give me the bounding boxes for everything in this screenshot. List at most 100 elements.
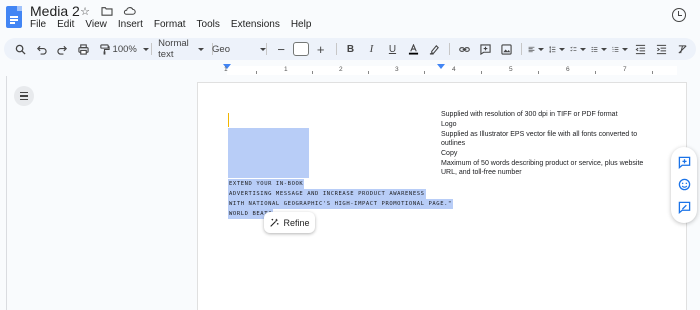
spec-line: Supplied with resolution of 300 dpi in T… xyxy=(441,111,618,118)
ruler-number: 4 xyxy=(452,66,456,73)
right-indent-marker[interactable] xyxy=(437,64,445,69)
horizontal-ruler[interactable]: 1 1 2 3 4 5 6 7 xyxy=(197,64,687,76)
paint-format-icon[interactable] xyxy=(96,40,112,58)
zoom-select[interactable]: 100% xyxy=(113,40,149,58)
docs-logo-icon[interactable] xyxy=(6,6,22,28)
add-comment-icon[interactable] xyxy=(677,155,691,169)
selected-line: EXTEND YOUR IN-BOOK xyxy=(228,179,305,189)
cloud-status-icon[interactable] xyxy=(122,4,136,18)
chevron-down-icon xyxy=(579,47,586,51)
version-history-icon[interactable] xyxy=(672,8,686,22)
underline-icon[interactable]: U xyxy=(384,40,400,58)
font-value: Geo xyxy=(212,43,230,55)
ruler-number: 7 xyxy=(623,66,627,73)
star-icon[interactable]: ☆ xyxy=(78,4,92,18)
ruler-number: 2 xyxy=(339,66,343,73)
spec-line: Supplied as Illustrator EPS vector file … xyxy=(441,131,638,147)
ruler-number: 3 xyxy=(395,66,399,73)
redo-icon[interactable] xyxy=(54,40,70,58)
line-spacing-select[interactable] xyxy=(549,40,565,58)
chevron-down-icon xyxy=(621,47,628,51)
refine-button[interactable]: Refine xyxy=(264,212,315,233)
font-size-input[interactable] xyxy=(293,42,309,56)
ruler-number: 1 xyxy=(284,66,288,73)
ruler-number: 6 xyxy=(566,66,570,73)
document-outline-icon[interactable] xyxy=(14,86,34,106)
selected-line: WITH NATIONAL GEOGRAPHIC'S HIGH-IMPACT P… xyxy=(228,199,453,209)
menu-help[interactable]: Help xyxy=(291,19,312,30)
text-cursor xyxy=(228,113,229,127)
decrease-font-size-icon[interactable]: − xyxy=(273,40,289,58)
ruler-tick xyxy=(652,71,653,74)
menu-bar: File Edit View Insert Format Tools Exten… xyxy=(30,19,311,30)
spec-heading: Copy xyxy=(441,150,458,157)
numbered-list-select[interactable] xyxy=(612,40,628,58)
bulleted-list-select[interactable] xyxy=(591,40,607,58)
text-color-icon[interactable] xyxy=(405,40,421,58)
increase-font-size-icon[interactable]: + xyxy=(313,40,329,58)
document-page[interactable]: EXTEND YOUR IN-BOOK ADVERTISING MESSAGE … xyxy=(197,82,687,310)
ruler-number: 1 xyxy=(224,66,228,73)
insert-image-icon[interactable] xyxy=(498,40,514,58)
font-select[interactable]: Geo xyxy=(212,40,266,58)
print-icon[interactable] xyxy=(75,40,91,58)
ruler-tick xyxy=(595,71,596,74)
insert-comment-icon[interactable] xyxy=(477,40,493,58)
chevron-down-icon xyxy=(600,47,607,51)
document-title[interactable]: Media 2 xyxy=(30,3,80,19)
search-menus-icon[interactable] xyxy=(12,40,28,58)
style-select[interactable]: Normal text xyxy=(158,38,204,60)
ruler-tick xyxy=(256,71,257,74)
vertical-ruler[interactable] xyxy=(0,76,7,310)
ruler-tick xyxy=(368,71,369,74)
spec-heading: Logo xyxy=(441,121,457,128)
zoom-value: 100% xyxy=(112,43,137,55)
ruler-number: 5 xyxy=(509,66,513,73)
ruler-tick xyxy=(424,71,425,74)
align-select[interactable] xyxy=(528,40,544,58)
ruler-tick xyxy=(481,71,482,74)
chevron-down-icon xyxy=(537,47,544,51)
undo-icon[interactable] xyxy=(33,40,49,58)
checklist-select[interactable] xyxy=(570,40,586,58)
toolbar-divider xyxy=(335,43,337,55)
side-actions-panel xyxy=(671,147,697,223)
toolbar: 100% Normal text Geo − + B I U xyxy=(4,38,696,60)
suggest-edits-icon[interactable] xyxy=(677,201,691,215)
toolbar-divider xyxy=(449,43,451,55)
toolbar-divider xyxy=(151,43,153,55)
menu-insert[interactable]: Insert xyxy=(118,19,143,30)
selected-text-block[interactable]: EXTEND YOUR IN-BOOK ADVERTISING MESSAGE … xyxy=(228,179,453,219)
chevron-down-icon xyxy=(558,47,565,51)
spec-line: Maximum of 50 words describing product o… xyxy=(441,160,644,176)
menu-view[interactable]: View xyxy=(85,19,107,30)
selected-image[interactable] xyxy=(228,128,309,178)
move-folder-icon[interactable] xyxy=(100,4,114,18)
selected-line: ADVERTISING MESSAGE AND INCREASE PRODUCT… xyxy=(228,189,426,199)
chevron-down-icon xyxy=(197,47,204,51)
italic-icon[interactable]: I xyxy=(363,40,379,58)
insert-link-icon[interactable] xyxy=(456,40,472,58)
menu-extensions[interactable]: Extensions xyxy=(231,19,280,30)
menu-format[interactable]: Format xyxy=(154,19,186,30)
title-actions: ☆ xyxy=(78,4,136,18)
ruler-tick xyxy=(312,71,313,74)
menu-tools[interactable]: Tools xyxy=(197,19,220,30)
refine-label: Refine xyxy=(283,217,310,228)
chevron-down-icon xyxy=(260,47,266,51)
menu-file[interactable]: File xyxy=(30,19,46,30)
emoji-reaction-icon[interactable] xyxy=(677,178,691,192)
decrease-indent-icon[interactable] xyxy=(633,40,649,58)
spec-text-column: Supplied with resolution of 300 dpi in T… xyxy=(441,110,656,178)
highlight-color-icon[interactable] xyxy=(426,40,442,58)
increase-indent-icon[interactable] xyxy=(654,40,670,58)
toolbar-divider xyxy=(266,43,268,55)
toolbar-divider xyxy=(521,43,522,55)
ruler-tick xyxy=(538,71,539,74)
bold-icon[interactable]: B xyxy=(342,40,358,58)
style-value: Normal text xyxy=(158,38,189,60)
clear-formatting-icon[interactable] xyxy=(675,40,691,58)
menu-edit[interactable]: Edit xyxy=(57,19,74,30)
title-bar: Media 2 ☆ File Edit View Insert Format T… xyxy=(0,0,700,36)
magic-pen-icon xyxy=(270,218,280,227)
